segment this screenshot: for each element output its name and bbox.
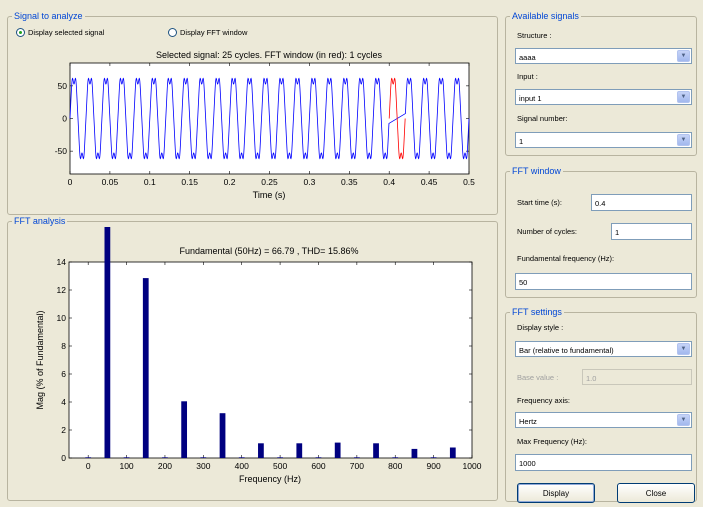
freq-axis-label: Frequency axis: [517,396,570,405]
fft-y-tick-label: 10 [57,313,67,323]
max-freq-label: Max Frequency (Hz): [517,437,588,446]
fft-bar [296,443,303,458]
chevron-down-icon[interactable]: ▼ [677,343,690,355]
available-signals-title: Available signals [510,11,581,22]
fft-bar [449,447,456,458]
fft-bar [258,443,264,458]
fft-bar [411,448,418,458]
num-cycles-input[interactable]: 1 [611,223,692,240]
display-style-label: Display style : [517,323,564,332]
fft-bar [200,457,207,458]
fft-y-tick-label: 0 [61,453,66,463]
fft-x-tick-label: 800 [388,461,402,471]
fft-settings-title: FFT settings [510,307,564,318]
structure-dropdown[interactable]: aaaa ▼ [515,48,692,64]
start-time-input[interactable]: 0.4 [591,194,692,211]
fft-y-tick-label: 4 [61,397,66,407]
fft-plot-title: Fundamental (50Hz) = 66.79 , THD= 15.86% [180,246,359,256]
input-dropdown[interactable]: input 1 ▼ [515,89,692,105]
input-label: Input : [517,72,538,81]
fft-x-tick-label: 700 [350,461,364,471]
fft-x-tick-label: 400 [235,461,249,471]
fft-x-tick-label: 200 [158,461,172,471]
fft-bar [142,278,149,458]
input-value: input 1 [519,94,542,103]
freq-axis-value: Hertz [519,417,537,426]
fft-bar [373,443,379,458]
fft-window-title: FFT window [510,166,563,177]
base-value-input: 1.0 [582,369,692,385]
max-freq-input[interactable]: 1000 [515,454,692,471]
fft-bar [219,413,226,458]
fund-freq-label: Fundamental frequency (Hz): [517,254,615,263]
chevron-down-icon[interactable]: ▼ [677,134,690,146]
display-style-dropdown[interactable]: Bar (relative to fundamental) ▼ [515,341,692,357]
fft-x-tick-label: 0 [86,461,91,471]
fft-x-tick-label: 300 [196,461,210,471]
close-button[interactable]: Close [617,483,695,503]
fft-y-tick-label: 6 [61,369,66,379]
fft-x-tick-label: 900 [427,461,441,471]
fft-bar [277,457,283,458]
fft-x-tick-label: 1000 [463,461,482,471]
fft-ylabel: Mag (% of Fundamental) [35,310,45,409]
fft-bar [392,457,399,458]
signal-number-label: Signal number: [517,114,568,123]
fft-x-tick-label: 500 [273,461,287,471]
fft-x-tick-label: 100 [119,461,133,471]
chevron-down-icon[interactable]: ▼ [677,50,690,62]
fft-y-tick-label: 12 [57,285,67,295]
base-value-label: Base value : [517,373,559,382]
fft-bar [315,457,322,458]
fft-y-tick-label: 8 [61,341,66,351]
structure-label: Structure : [517,31,552,40]
start-time-label: Start time (s): [517,198,563,207]
num-cycles-label: Number of cycles: [517,227,578,236]
fft-bar [353,457,360,458]
fft-bar [430,457,437,458]
fft-bar [181,401,188,458]
structure-value: aaaa [519,53,536,62]
signal-number-dropdown[interactable]: 1 ▼ [515,132,692,148]
fft-bar [85,457,92,458]
fft-bar-chart: Fundamental (50Hz) = 66.79 , THD= 15.86%… [35,227,482,484]
fft-xlabel: Frequency (Hz) [239,474,301,484]
fft-y-tick-label: 2 [61,425,66,435]
display-button[interactable]: Display [517,483,595,503]
fft-x-tick-label: 600 [311,461,325,471]
fft-bar [123,457,130,458]
chevron-down-icon[interactable]: ▼ [677,414,690,426]
fund-freq-input[interactable]: 50 [515,273,692,290]
freq-axis-dropdown[interactable]: Hertz ▼ [515,412,692,428]
fft-y-tick-label: 14 [57,257,67,267]
chevron-down-icon[interactable]: ▼ [677,91,690,103]
fft-bar [238,457,245,458]
signal-number-value: 1 [519,137,524,146]
fft-bar [104,227,111,458]
fft-bar [334,442,341,458]
display-style-value: Bar (relative to fundamental) [519,346,614,355]
fft-plot-area [68,261,473,459]
fft-bar [162,457,168,458]
